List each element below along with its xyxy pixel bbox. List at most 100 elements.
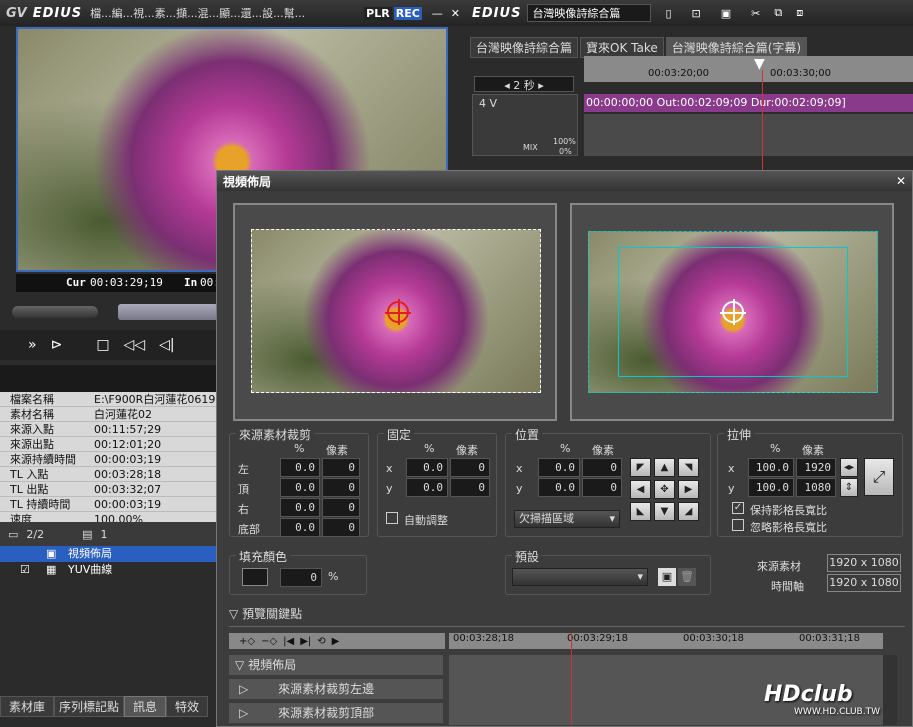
position-x-pct[interactable]: 0.0 bbox=[538, 458, 580, 477]
align-right-icon[interactable]: ▶ bbox=[678, 480, 699, 499]
reset-key-icon[interactable]: ⟲ bbox=[317, 636, 325, 647]
align-bottom-left-icon[interactable]: ◣ bbox=[630, 502, 651, 521]
crop-title: 來源素材裁剪 bbox=[236, 426, 315, 443]
new-icon[interactable]: ▯ bbox=[665, 7, 671, 20]
crop-pct-field[interactable]: 0.0 bbox=[280, 518, 320, 537]
crop-pct-field[interactable]: 0.0 bbox=[280, 458, 320, 477]
align-top-left-icon[interactable]: ◤ bbox=[630, 458, 651, 477]
kf-ruler-tick: 00:03:28;18 bbox=[453, 633, 515, 644]
video-clip[interactable]: 00:00:00;00 Out:00:02:09;09 Dur:00:02:09… bbox=[584, 94, 913, 112]
stretch-height-spin-icon[interactable]: ⇕ bbox=[840, 478, 858, 497]
fit-frame-icon[interactable]: ⤢ bbox=[864, 458, 894, 496]
kf-track-row[interactable]: ▷ 來源素材裁剪左邊 bbox=[229, 679, 443, 699]
delete-preset-icon[interactable]: 🗑 bbox=[678, 568, 696, 586]
paste-icon[interactable]: ⧈ bbox=[796, 6, 803, 20]
effect-header: ▭ 2/2 ▤ 1 bbox=[0, 522, 216, 546]
position-y-pct[interactable]: 0.0 bbox=[538, 478, 580, 497]
keyframe-ruler[interactable]: 00:03:28;18 00:03:29;18 00:03:30;18 00:0… bbox=[449, 633, 883, 649]
tab-sequence-3[interactable]: 台灣映像詩綜合篇(字幕) bbox=[665, 37, 808, 58]
stretch-x-pct[interactable]: 100.0 bbox=[748, 458, 794, 477]
ignore-aspect-checkbox[interactable] bbox=[732, 519, 744, 531]
crop-px-field[interactable]: 0 bbox=[322, 498, 360, 517]
tab-info[interactable]: 訊息 bbox=[124, 696, 167, 717]
remove-key-icon[interactable]: −◇ bbox=[261, 636, 277, 647]
kf-track-row[interactable]: ▷ 來源素材裁剪頂部 bbox=[229, 703, 443, 723]
stretch-width-spin-icon[interactable]: ◂▸ bbox=[840, 458, 858, 477]
effect-item[interactable]: ▣ 視頻佈局 bbox=[0, 546, 216, 562]
collapse-icon[interactable]: ▽ bbox=[229, 607, 238, 621]
minimize-icon[interactable]: — bbox=[432, 7, 443, 20]
stop-icon[interactable]: □ bbox=[96, 337, 109, 353]
expand-icon[interactable]: ▷ bbox=[239, 682, 248, 696]
stretch-y-px[interactable]: 1080 bbox=[796, 478, 836, 497]
tab-effects[interactable]: 特效 bbox=[166, 696, 209, 717]
rewind-icon[interactable]: ◁◁ bbox=[124, 337, 146, 353]
stretch-y-pct[interactable]: 100.0 bbox=[748, 478, 794, 497]
track-header[interactable]: 4 V MIX 100% 0% bbox=[472, 94, 578, 156]
step-back-icon[interactable]: ◁| bbox=[159, 337, 174, 353]
checkbox-icon[interactable]: ☑ bbox=[20, 562, 30, 578]
stretch-x-px[interactable]: 1920 bbox=[796, 458, 836, 477]
playhead-line bbox=[762, 70, 763, 175]
info-row: TL 入點 00:03:28;18 bbox=[0, 467, 216, 482]
tab-bin[interactable]: 素材庫 bbox=[0, 696, 55, 717]
crop-px-field[interactable]: 0 bbox=[322, 518, 360, 537]
play-key-icon[interactable]: ▶ bbox=[332, 636, 340, 647]
prev-key-icon[interactable]: |◀ bbox=[283, 636, 294, 647]
crop-px-field[interactable]: 0 bbox=[322, 478, 360, 497]
cut-icon[interactable]: ✂ bbox=[751, 7, 760, 20]
jog-slider[interactable] bbox=[12, 306, 98, 318]
align-bottom-icon[interactable]: ▼ bbox=[654, 502, 675, 521]
position-mode-dropdown[interactable]: 欠掃描區域 ▾ bbox=[514, 510, 620, 528]
dialog-close-icon[interactable]: ✕ bbox=[896, 174, 906, 188]
kf-track-row[interactable]: ▽ 視頻佈局 bbox=[229, 655, 443, 675]
anchor-x-pct[interactable]: 0.0 bbox=[406, 458, 448, 477]
align-top-right-icon[interactable]: ◥ bbox=[678, 458, 699, 477]
shuttle-slider[interactable] bbox=[118, 304, 218, 320]
keyframe-header[interactable]: ▽ 預覽關鍵點 bbox=[229, 605, 905, 627]
crop-px-field[interactable]: 0 bbox=[322, 458, 360, 477]
crop-pct-field[interactable]: 0.0 bbox=[280, 478, 320, 497]
expand-icon[interactable]: ▷ bbox=[239, 706, 248, 720]
position-y-px[interactable]: 0 bbox=[582, 478, 622, 497]
align-center-icon[interactable]: ✥ bbox=[654, 480, 675, 499]
preset-dropdown[interactable]: ▾ bbox=[512, 568, 648, 586]
project-name[interactable]: 台灣映像詩綜合篇 bbox=[527, 4, 652, 22]
expand-icon[interactable]: ▽ bbox=[235, 658, 244, 672]
position-crosshair-icon[interactable] bbox=[720, 299, 746, 325]
next-key-icon[interactable]: ▶| bbox=[300, 636, 311, 647]
menu-bar[interactable]: 檔...編...視...素...擷...混...顯...還...設...幫... bbox=[90, 5, 305, 21]
effect-item[interactable]: ☑ ▦ YUV曲線 bbox=[0, 562, 216, 578]
stretch-group: 拉伸 % 像素 x 100.0 1920 y 100.0 1080 ◂▸ ⇕ ⤢… bbox=[717, 426, 903, 537]
keep-aspect-checkbox[interactable]: ✓ bbox=[732, 502, 744, 514]
close-icon[interactable]: ✕ bbox=[451, 7, 460, 20]
align-bottom-right-icon[interactable]: ◢ bbox=[678, 502, 699, 521]
mark-in-icon[interactable]: » bbox=[28, 337, 37, 353]
align-left-icon[interactable]: ◀ bbox=[630, 480, 651, 499]
save-icon[interactable]: ▣ bbox=[721, 7, 731, 20]
open-icon[interactable]: ⊡ bbox=[692, 7, 701, 20]
add-key-icon[interactable]: +◇ bbox=[239, 636, 255, 647]
align-top-icon[interactable]: ▲ bbox=[654, 458, 675, 477]
copy-icon[interactable]: ⧉ bbox=[774, 6, 782, 20]
crop-pct-field[interactable]: 0.0 bbox=[280, 498, 320, 517]
anchor-y-px[interactable]: 0 bbox=[450, 478, 490, 497]
anchor-y-pct[interactable]: 0.0 bbox=[406, 478, 448, 497]
auto-adjust-checkbox[interactable] bbox=[386, 512, 398, 524]
tab-sequence-1[interactable]: 台灣映像詩綜合篇 bbox=[470, 37, 579, 58]
anchor-crosshair-icon[interactable] bbox=[385, 299, 411, 325]
position-x-px[interactable]: 0 bbox=[582, 458, 622, 477]
fill-color-swatch[interactable] bbox=[242, 568, 268, 586]
tab-markers[interactable]: 序列標記點 bbox=[54, 696, 125, 717]
marker-icon[interactable]: ⊳ bbox=[51, 337, 63, 353]
save-preset-icon[interactable]: ▣ bbox=[658, 568, 676, 586]
anchor-x-px[interactable]: 0 bbox=[450, 458, 490, 477]
playhead-icon[interactable]: ▼ bbox=[754, 56, 765, 72]
timeline-ruler[interactable]: 00:03:20;00 00:03:30;00 ▼ bbox=[584, 56, 913, 82]
rec-badge[interactable]: REC bbox=[393, 6, 422, 20]
plr-badge[interactable]: PLR bbox=[364, 6, 392, 20]
scale-dropdown[interactable]: ◂ 2 秒 ▸ bbox=[474, 76, 574, 92]
tab-sequence-2[interactable]: 寶來OK Take bbox=[580, 37, 664, 58]
fill-opacity-field[interactable]: 0 bbox=[280, 568, 322, 587]
position-pct-header: % bbox=[560, 442, 571, 455]
